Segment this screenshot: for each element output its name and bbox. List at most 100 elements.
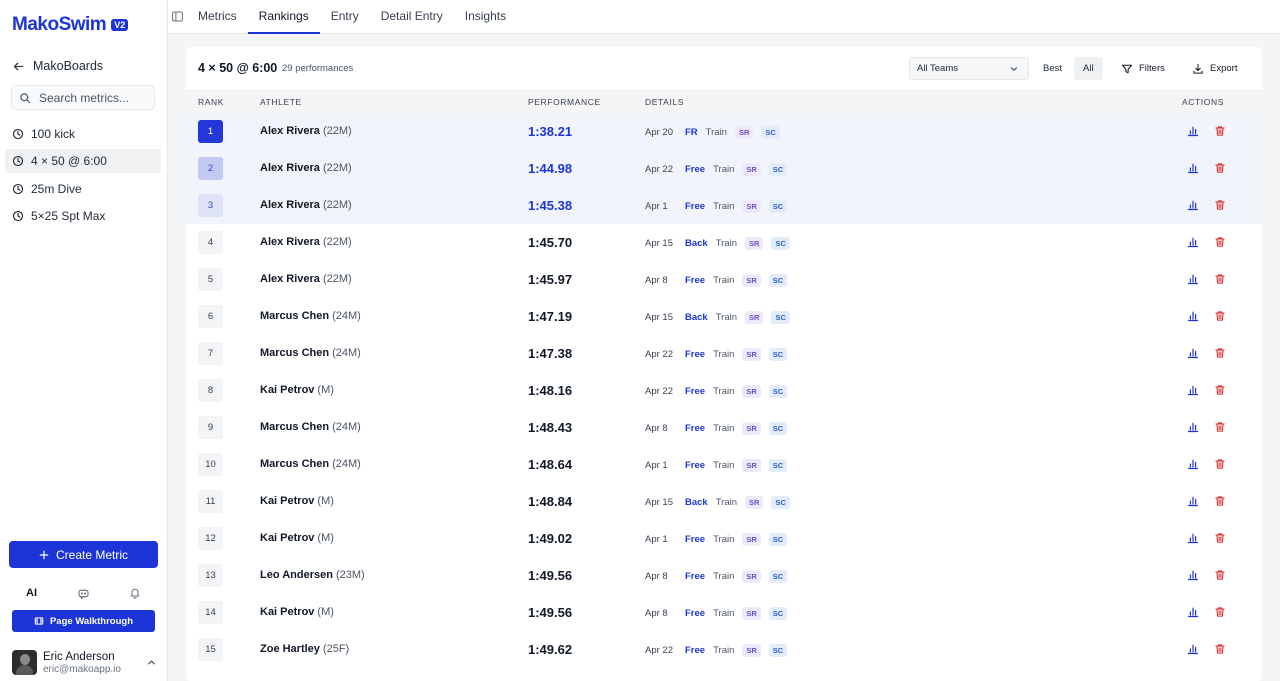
table-row[interactable]: 7 Marcus Chen (24M) 1:47.38 Apr 22 Free T… [186,335,1262,372]
details-cell: Apr 15 Back Train SR SC [645,311,790,324]
tab-detail-entry[interactable]: Detail Entry [370,0,454,34]
chat-bot-icon[interactable] [77,587,90,600]
app-logo[interactable]: MakoSwim V2 [12,14,129,36]
bar-chart-icon[interactable] [1187,569,1199,581]
table-row[interactable]: 10 Marcus Chen (24M) 1:48.64 Apr 1 Free T… [186,446,1262,483]
details-cell: Apr 8 Free Train SR SC [645,422,788,435]
trash-icon[interactable] [1214,310,1226,322]
metric-item-4x50[interactable]: 4 × 50 @ 6:00 [5,149,161,174]
detail-type: Train [715,497,738,508]
trash-icon[interactable] [1214,347,1226,359]
metric-item-5x25-spt-max[interactable]: 5×25 Spt Max [5,204,161,228]
trash-icon[interactable] [1214,236,1226,248]
trash-icon[interactable] [1214,643,1226,655]
bar-chart-icon[interactable] [1187,199,1199,211]
trash-icon[interactable] [1214,569,1226,581]
trash-icon[interactable] [1214,125,1226,137]
chevron-up-icon[interactable] [146,657,157,668]
performance-time: 1:48.64 [528,457,573,472]
export-button[interactable]: Export [1192,57,1237,80]
search-metrics[interactable] [11,85,155,110]
card-header: 4 × 50 @ 6:00 29 performances All Teams … [186,47,1262,89]
table-row[interactable]: 5 Alex Rivera (22M) 1:45.97 Apr 8 Free Tr… [186,261,1262,298]
bar-chart-icon[interactable] [1187,643,1199,655]
bar-chart-icon[interactable] [1187,236,1199,248]
detail-stroke: Free [685,349,706,360]
search-input[interactable] [39,90,149,105]
table-row[interactable]: 13 Leo Andersen (23M) 1:49.56 Apr 8 Free … [186,557,1262,594]
table-row[interactable]: 12 Kai Petrov (M) 1:49.02 Apr 1 Free Trai… [186,520,1262,557]
back-to-makoboards-link[interactable]: MakoBoards [12,59,103,73]
table-row[interactable]: 3 Alex Rivera (22M) 1:45.38 Apr 1 Free Tr… [186,187,1262,224]
bell-icon[interactable] [129,587,141,599]
table-row[interactable]: 6 Marcus Chen (24M) 1:47.19 Apr 15 Back T… [186,298,1262,335]
tag-sc: SC [768,422,788,435]
table-row[interactable]: 4 Alex Rivera (22M) 1:45.70 Apr 15 Back T… [186,224,1262,261]
detail-type: Train [713,460,735,471]
header-details: DETAILS [645,97,684,107]
bar-chart-icon[interactable] [1187,606,1199,618]
filters-button[interactable]: Filters [1121,57,1165,80]
table-row[interactable]: 9 Marcus Chen (24M) 1:48.43 Apr 8 Free Tr… [186,409,1262,446]
metric-item-100-kick[interactable]: 100 kick [5,122,161,146]
table-row[interactable]: 1 Alex Rivera (22M) 1:38.21 Apr 20 FR Tra… [186,113,1262,150]
performance-time: 1:45.97 [528,272,573,287]
toggle-best[interactable]: Best [1034,57,1071,80]
user-profile[interactable]: Eric Anderson eric@makoapp.io [12,650,157,675]
tab-metrics[interactable]: Metrics [187,0,248,34]
detail-stroke: Free [685,386,706,397]
table-header: RANK ATHLETE PERFORMANCE DETAILS ACTIONS [186,89,1262,113]
create-metric-button[interactable]: Create Metric [9,541,158,568]
toggle-all[interactable]: All [1074,57,1103,80]
trash-icon[interactable] [1214,532,1226,544]
tag-sr: SR [742,459,761,472]
athlete-name: Alex Rivera [260,273,320,285]
performance-time: 1:47.19 [528,309,573,324]
bar-chart-icon[interactable] [1187,273,1199,285]
tag-sc: SC [771,237,790,250]
page-walkthrough-button[interactable]: Page Walkthrough [12,610,155,632]
table-row[interactable]: 15 Zoe Hartley (25F) 1:49.62 Apr 22 Free … [186,631,1262,668]
bar-chart-icon[interactable] [1187,162,1199,174]
trash-icon[interactable] [1214,199,1226,211]
athlete-cell: Alex Rivera (22M) [260,125,352,137]
trash-icon[interactable] [1214,162,1226,174]
metric-item-25m-dive[interactable]: 25m Dive [5,177,161,201]
plus-icon [39,550,49,559]
detail-date: Apr 20 [645,127,673,138]
sidebar-toggle-icon[interactable] [171,10,184,23]
bar-chart-icon[interactable] [1187,125,1199,137]
bar-chart-icon[interactable] [1187,384,1199,396]
performance-time: 1:48.43 [528,420,573,435]
tag-sr: SR [745,311,764,324]
bar-chart-icon[interactable] [1187,532,1199,544]
metric-item-label: 5×25 Spt Max [31,208,106,223]
detail-type: Train [713,608,735,619]
table-row[interactable]: 8 Kai Petrov (M) 1:48.16 Apr 22 Free Trai… [186,372,1262,409]
bar-chart-icon[interactable] [1187,421,1199,433]
trash-icon[interactable] [1214,273,1226,285]
athlete-cell: Marcus Chen (24M) [260,421,361,433]
team-select[interactable]: All Teams [909,57,1029,80]
athlete-cell: Marcus Chen (24M) [260,347,361,359]
detail-date: Apr 1 [645,460,668,471]
table-row[interactable]: 11 Kai Petrov (M) 1:48.84 Apr 15 Back Tra… [186,483,1262,520]
tab-entry[interactable]: Entry [320,0,370,34]
bar-chart-icon[interactable] [1187,458,1199,470]
detail-date: Apr 8 [645,423,668,434]
trash-icon[interactable] [1214,458,1226,470]
trash-icon[interactable] [1214,606,1226,618]
bar-chart-icon[interactable] [1187,495,1199,507]
table-row[interactable]: 2 Alex Rivera (22M) 1:44.98 Apr 22 Free T… [186,150,1262,187]
tab-insights[interactable]: Insights [454,0,517,34]
athlete-cell: Kai Petrov (M) [260,495,334,507]
table-row[interactable]: 14 Kai Petrov (M) 1:49.56 Apr 8 Free Trai… [186,594,1262,631]
ai-tab[interactable]: AI [26,587,37,599]
team-select-value: All Teams [917,63,959,74]
trash-icon[interactable] [1214,384,1226,396]
bar-chart-icon[interactable] [1187,347,1199,359]
trash-icon[interactable] [1214,421,1226,433]
bar-chart-icon[interactable] [1187,310,1199,322]
tab-rankings[interactable]: Rankings [247,0,320,34]
trash-icon[interactable] [1214,495,1226,507]
